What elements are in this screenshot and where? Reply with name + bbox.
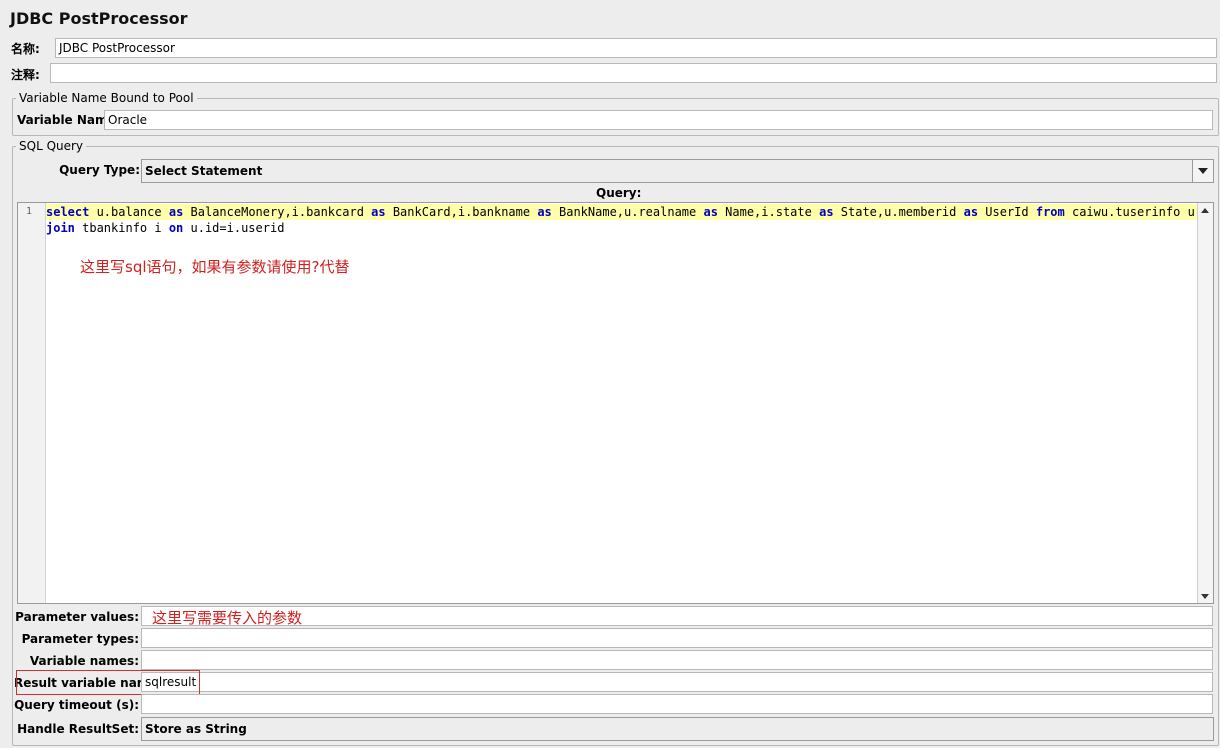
query-type-select[interactable]: Select Statement	[141, 159, 1214, 183]
parameter-values-label: Parameter values:	[15, 610, 139, 624]
query-editor[interactable]: 1 select u.balance as BalanceMonery,i.ba…	[17, 202, 1214, 604]
sql-text: BankName,u.realname	[551, 205, 704, 219]
chevron-down-icon	[1198, 168, 1208, 174]
name-input[interactable]: JDBC PostProcessor	[55, 38, 1217, 58]
code-line-2[interactable]: join tbankinfo i on u.id=i.userid	[46, 220, 284, 236]
query-label: Query:	[596, 186, 642, 200]
comment-input[interactable]	[50, 63, 1217, 83]
sql-text: State,u.memberid	[833, 205, 964, 219]
comment-label: 注释:	[11, 68, 40, 82]
page-title: JDBC PostProcessor	[10, 9, 188, 28]
scroll-down-icon[interactable]	[1201, 594, 1209, 599]
sql-text: caiwu.tuserinfo u	[1064, 205, 1198, 219]
sql-keyword: as	[371, 205, 386, 219]
sql-text: BankCard,i.bankname	[385, 205, 538, 219]
sql-keyword: on	[168, 221, 184, 235]
sql-text: Name,i.state	[717, 205, 820, 219]
query-type-dropdown-button[interactable]	[1192, 160, 1213, 182]
handle-resultset-select[interactable]: Store as String	[141, 717, 1214, 741]
query-annotation: 这里写sql语句，如果有参数请使用?代替	[80, 258, 350, 276]
sql-query-legend: SQL Query	[16, 139, 87, 153]
sql-text: UserId	[978, 205, 1036, 219]
variable-names-label: Variable names:	[29, 654, 139, 668]
sql-keyword: as	[537, 205, 552, 219]
variable-name-input[interactable]: Oracle	[104, 110, 1213, 130]
name-label: 名称:	[11, 42, 40, 56]
result-variable-input[interactable]: sqlresult	[141, 672, 1213, 692]
code-line-1[interactable]: select u.balance as BalanceMonery,i.bank…	[46, 204, 1198, 220]
query-timeout-input[interactable]	[141, 694, 1213, 714]
handle-resultset-label: Handle ResultSet:	[17, 722, 139, 736]
parameter-values-annotation: 这里写需要传入的参数	[152, 609, 303, 627]
sql-keyword: as	[819, 205, 834, 219]
parameter-types-input[interactable]	[141, 628, 1213, 648]
line-number-gutter: 1	[18, 203, 46, 603]
sql-keyword: from	[1035, 205, 1065, 219]
sql-keyword: as	[168, 205, 184, 219]
sql-text: u.balance	[89, 205, 169, 219]
sql-keyword: as	[703, 205, 718, 219]
sql-keyword: join	[46, 221, 75, 235]
sql-text: u.id=i.userid	[183, 221, 285, 235]
result-variable-highlight	[16, 670, 200, 695]
scroll-up-icon[interactable]	[1201, 208, 1209, 213]
sql-text: tbankinfo i	[74, 221, 169, 235]
query-type-value: Select Statement	[145, 164, 263, 178]
query-scrollbar[interactable]	[1197, 203, 1213, 603]
sql-text: BalanceMonery,i.bankcard	[183, 205, 372, 219]
handle-resultset-value: Store as String	[145, 722, 247, 736]
variable-names-input[interactable]	[141, 650, 1213, 670]
query-type-label: Query Type:	[59, 163, 140, 177]
query-timeout-label: Query timeout (s):	[14, 698, 139, 712]
sql-keyword: select	[46, 205, 90, 219]
sql-keyword: as	[963, 205, 979, 219]
pool-group-legend: Variable Name Bound to Pool	[16, 91, 197, 105]
parameter-types-label: Parameter types:	[21, 632, 139, 646]
line-number: 1	[26, 206, 33, 217]
